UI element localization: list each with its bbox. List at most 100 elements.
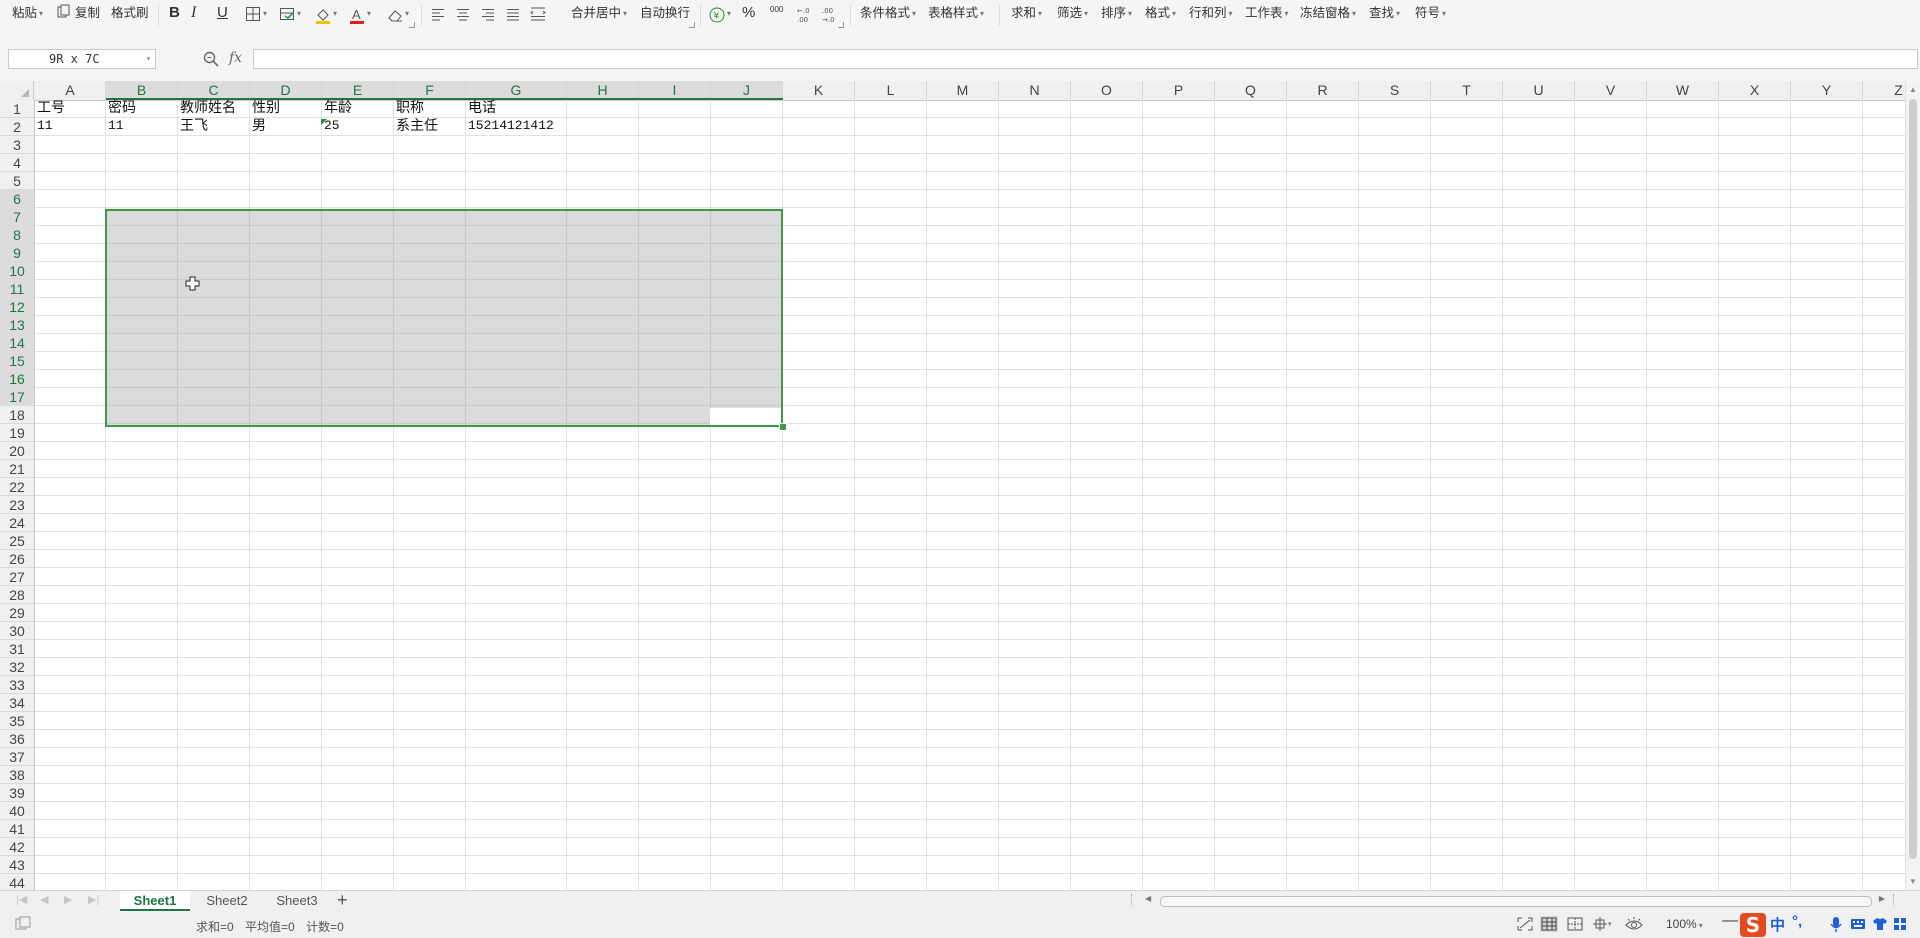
row-header-8[interactable]: 8 xyxy=(0,226,34,244)
format-painter-button[interactable]: 格式刷 xyxy=(111,0,149,26)
row-header-6[interactable]: 6 xyxy=(0,190,34,208)
column-header-q[interactable]: Q xyxy=(1215,81,1287,100)
thousands-button[interactable]: 000 xyxy=(770,3,783,29)
header-cell[interactable]: 年龄 xyxy=(322,98,352,116)
row-header-24[interactable]: 24 xyxy=(0,514,34,532)
row-header-26[interactable]: 26 xyxy=(0,550,34,568)
data-cell[interactable]: 11 xyxy=(35,116,53,134)
horizontal-scroll-thumb[interactable] xyxy=(1160,896,1872,907)
row-header-3[interactable]: 3 xyxy=(0,136,34,154)
increase-decimal-icon[interactable]: ←.0.00 xyxy=(795,4,815,24)
skin-shirt-icon[interactable] xyxy=(1872,917,1888,934)
ime-punctuation-toggle[interactable]: °, xyxy=(1792,913,1802,930)
copy-button[interactable]: 复制 xyxy=(75,0,100,26)
symbol-button[interactable]: 符号 ▾ xyxy=(1415,0,1446,26)
justify-icon[interactable] xyxy=(503,4,523,24)
row-header-4[interactable]: 4 xyxy=(0,154,34,172)
scroll-left-icon[interactable]: ◀ xyxy=(1145,894,1151,903)
reading-mode-icon[interactable]: ▾ xyxy=(1592,916,1612,932)
keyboard-icon[interactable] xyxy=(1850,917,1866,934)
column-header-s[interactable]: S xyxy=(1359,81,1431,100)
bold-button[interactable]: B xyxy=(169,0,180,26)
row-header-27[interactable]: 27 xyxy=(0,568,34,586)
row-header-23[interactable]: 23 xyxy=(0,496,34,514)
filter-button[interactable]: 筛选 ▾ xyxy=(1057,0,1088,26)
column-header-x[interactable]: X xyxy=(1719,81,1791,100)
row-header-22[interactable]: 22 xyxy=(0,478,34,496)
column-header-z[interactable]: Z xyxy=(1863,81,1905,100)
column-header-l[interactable]: L xyxy=(855,81,927,100)
paste-button[interactable]: 粘贴 ▾ xyxy=(12,0,43,26)
copy-icon[interactable] xyxy=(54,2,74,22)
data-cell[interactable]: 25 xyxy=(322,116,340,134)
row-header-16[interactable]: 16 xyxy=(0,370,34,388)
italic-button[interactable]: I xyxy=(191,0,196,26)
data-cell[interactable]: 11 xyxy=(106,116,124,134)
spreadsheet-grid[interactable]: ABCDEFGHIJKLMNOPQRSTUVWXYZ 1 2 3 4 5 6 7 8 9 10 11… xyxy=(0,81,1905,890)
column-header-t[interactable]: T xyxy=(1431,81,1503,100)
ime-toolbox-icon[interactable] xyxy=(1893,917,1907,934)
scroll-down-icon[interactable]: ▼ xyxy=(1909,877,1917,886)
column-header-k[interactable]: K xyxy=(783,81,855,100)
row-header-5[interactable]: 5 xyxy=(0,172,34,190)
cell-style-icon[interactable]: ▾ xyxy=(277,4,301,24)
add-sheet-button[interactable]: + xyxy=(337,890,348,911)
eraser-icon[interactable]: ▾ xyxy=(385,4,409,24)
prev-sheet-icon[interactable]: ◀ xyxy=(40,893,48,906)
worksheet-button[interactable]: 工作表 ▾ xyxy=(1245,0,1289,26)
borders-icon[interactable]: ▾ xyxy=(243,4,267,24)
column-header-p[interactable]: P xyxy=(1143,81,1215,100)
row-header-41[interactable]: 41 xyxy=(0,820,34,838)
cells-area[interactable]: 工号 密码 教师姓名 性别 年龄 职称 电话 11 11 王飞 男 25 系主任 15214121412 xyxy=(35,100,1905,890)
column-header-n[interactable]: N xyxy=(999,81,1071,100)
alignment-dialog-launcher[interactable] xyxy=(689,22,695,28)
number-format-icon[interactable]: ¥ ▾ xyxy=(707,4,731,24)
row-header-19[interactable]: 19 xyxy=(0,424,34,442)
column-header-o[interactable]: O xyxy=(1071,81,1143,100)
header-cell[interactable]: 职称 xyxy=(394,98,424,116)
row-header-40[interactable]: 40 xyxy=(0,802,34,820)
data-cell[interactable]: 系主任 xyxy=(394,116,438,134)
row-header-18[interactable]: 18 xyxy=(0,406,34,424)
last-sheet-icon[interactable]: ▶| xyxy=(88,893,99,906)
sogou-logo-icon[interactable]: S xyxy=(1740,913,1766,937)
formula-input[interactable] xyxy=(253,49,1918,69)
page-break-view-icon[interactable] xyxy=(1566,916,1584,932)
tab-sheet3[interactable]: Sheet3 xyxy=(262,891,332,911)
zoom-icon[interactable] xyxy=(202,50,220,68)
percent-button[interactable]: % xyxy=(742,0,755,26)
zoom-out-button[interactable]: — xyxy=(1722,912,1738,930)
row-header-29[interactable]: 29 xyxy=(0,604,34,622)
row-col-button[interactable]: 行和列 ▾ xyxy=(1189,0,1233,26)
row-header-1[interactable]: 1 xyxy=(0,100,34,118)
row-header-12[interactable]: 12 xyxy=(0,298,34,316)
row-header-21[interactable]: 21 xyxy=(0,460,34,478)
distributed-align-icon[interactable] xyxy=(528,4,548,24)
insert-function-button[interactable]: fx xyxy=(229,50,242,66)
column-header-v[interactable]: V xyxy=(1575,81,1647,100)
font-dialog-launcher[interactable] xyxy=(409,22,415,28)
header-cell[interactable]: 密码 xyxy=(106,98,136,116)
format-button[interactable]: 格式 ▾ xyxy=(1145,0,1176,26)
fill-handle[interactable] xyxy=(779,423,787,431)
row-header-31[interactable]: 31 xyxy=(0,640,34,658)
scroll-right-icon[interactable]: ▶ xyxy=(1879,894,1885,903)
microphone-icon[interactable] xyxy=(1829,916,1843,937)
macro-record-icon[interactable] xyxy=(14,916,32,932)
tab-sheet2[interactable]: Sheet2 xyxy=(192,891,262,911)
column-header-w[interactable]: W xyxy=(1647,81,1719,100)
decrease-decimal-icon[interactable]: .00 →.0 xyxy=(820,4,840,24)
conditional-format-button[interactable]: 条件格式 ▾ xyxy=(860,0,916,26)
row-header-25[interactable]: 25 xyxy=(0,532,34,550)
row-header-30[interactable]: 30 xyxy=(0,622,34,640)
split-handle[interactable] xyxy=(1893,894,1896,906)
sum-button[interactable]: 求和 ▾ xyxy=(1011,0,1042,26)
zoom-level-dropdown[interactable]: 100% ▾ xyxy=(1666,917,1703,931)
wrap-text-button[interactable]: 自动换行 xyxy=(640,0,690,26)
row-header-35[interactable]: 35 xyxy=(0,712,34,730)
normal-view-icon[interactable] xyxy=(1540,916,1558,932)
data-cell[interactable]: 王飞 xyxy=(178,116,208,134)
header-cell[interactable]: 工号 xyxy=(35,98,65,116)
name-box[interactable]: 9R x 7C ▾ xyxy=(8,49,156,69)
find-button[interactable]: 查找 ▾ xyxy=(1369,0,1400,26)
